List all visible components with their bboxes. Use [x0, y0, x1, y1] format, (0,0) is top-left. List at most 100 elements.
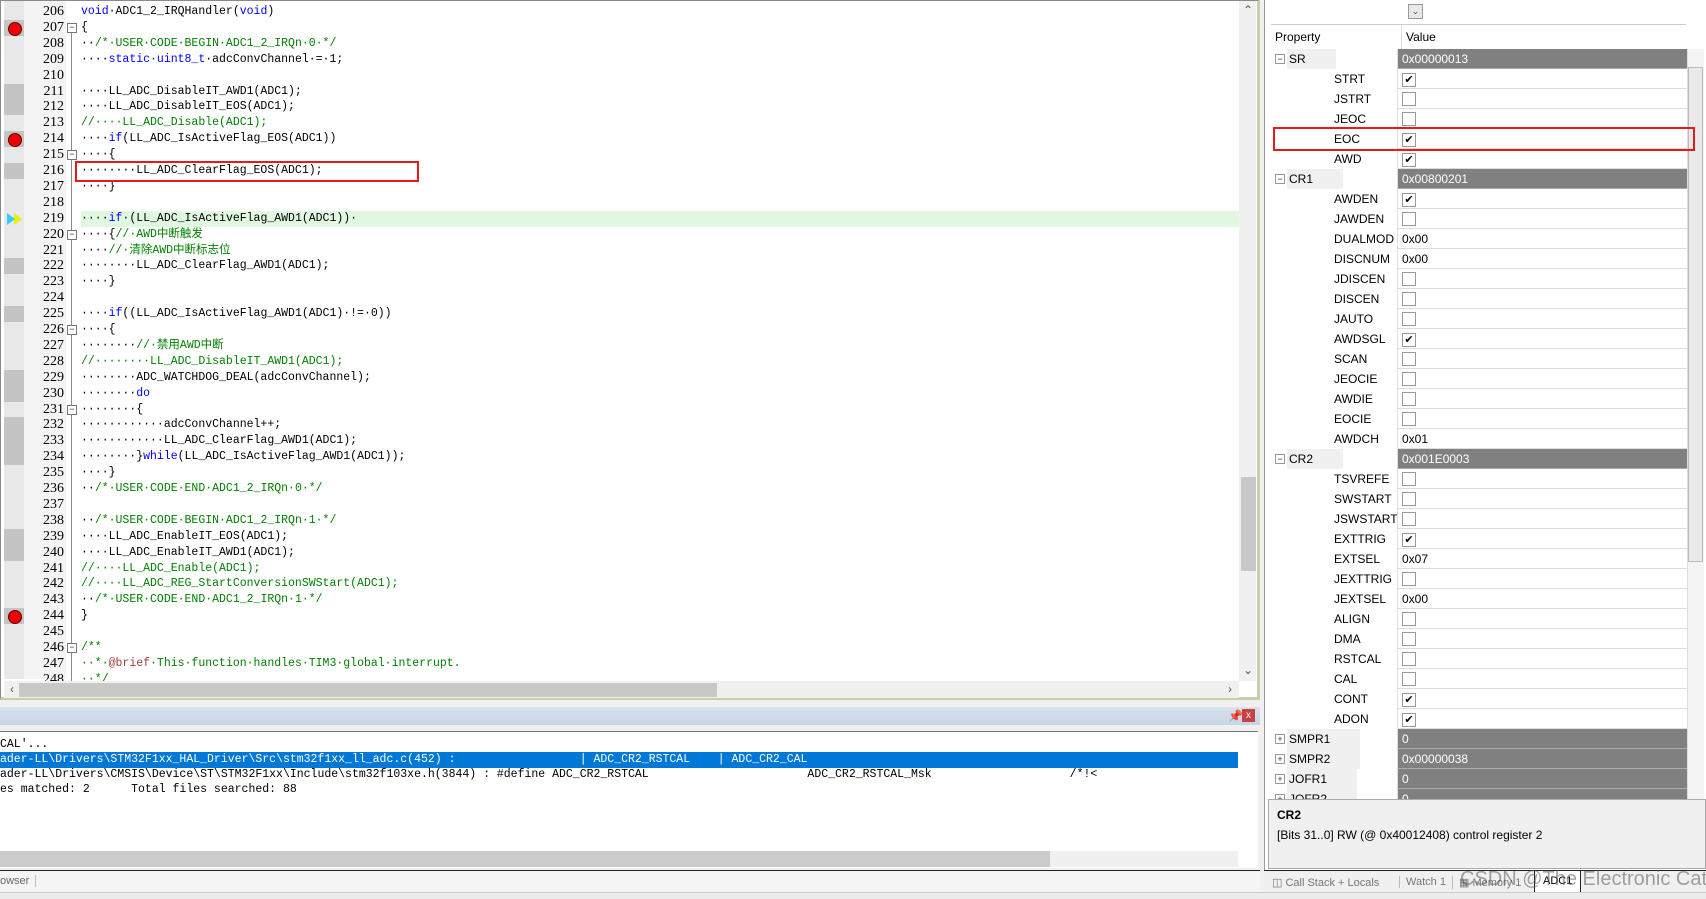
line-marker[interactable]: [4, 258, 24, 275]
property-value[interactable]: ✔: [1397, 129, 1687, 149]
register-row-scan[interactable]: SCAN: [1271, 349, 1687, 369]
line-marker[interactable]: [4, 4, 24, 20]
property-value[interactable]: [1397, 349, 1687, 369]
code-line[interactable]: 243 ··/*·USER·CODE·END·ADC1_2_IRQn·1·*/: [1, 592, 1239, 608]
property-value[interactable]: 0x00800201: [1397, 169, 1687, 189]
editor-horizontal-scroll-thumb[interactable]: [19, 683, 717, 697]
register-row-rstcal[interactable]: RSTCAL: [1271, 649, 1687, 669]
line-marker[interactable]: [4, 402, 24, 418]
fold-collapse-icon[interactable]: −: [67, 643, 77, 653]
code-line[interactable]: 211 ····LL_ADC_DisableIT_AWD1(ADC1);: [1, 83, 1239, 100]
line-marker[interactable]: [4, 354, 24, 370]
register-row-dma[interactable]: DMA: [1271, 629, 1687, 649]
line-marker[interactable]: [4, 306, 24, 323]
scroll-down-icon[interactable]: ⌄: [1241, 663, 1255, 677]
breakpoint-icon[interactable]: [4, 19, 24, 36]
property-value[interactable]: ✔: [1397, 689, 1687, 709]
register-row-exttrig[interactable]: EXTTRIG ✔: [1271, 529, 1687, 549]
code-line[interactable]: 245: [1, 624, 1239, 640]
line-marker[interactable]: [4, 322, 24, 338]
register-row-awdch[interactable]: AWDCH 0x01: [1271, 429, 1687, 449]
register-row-jawden[interactable]: JAWDEN: [1271, 209, 1687, 229]
line-marker[interactable]: [4, 36, 24, 52]
line-marker[interactable]: [4, 528, 24, 545]
bit-checkbox[interactable]: ✔: [1402, 193, 1416, 207]
bit-checkbox[interactable]: ✔: [1402, 533, 1416, 547]
register-row-align[interactable]: ALIGN: [1271, 609, 1687, 629]
code-line[interactable]: 210: [1, 68, 1239, 84]
register-row-jexttrig[interactable]: JEXTTRIG: [1271, 569, 1687, 589]
code-line[interactable]: 239 ····LL_ADC_EnableIT_EOS(ADC1);: [1, 528, 1239, 545]
property-value[interactable]: [1397, 669, 1687, 689]
register-row-cr2[interactable]: − CR2 0x001E0003: [1271, 449, 1687, 469]
register-row-eocie[interactable]: EOCIE: [1271, 409, 1687, 429]
editor-vertical-scroll-thumb[interactable]: [1241, 477, 1256, 571]
line-marker[interactable]: [4, 227, 24, 243]
line-marker[interactable]: [4, 640, 24, 656]
code-line[interactable]: 237: [1, 497, 1239, 513]
bit-checkbox[interactable]: [1402, 272, 1416, 286]
line-marker[interactable]: [4, 449, 24, 466]
property-value[interactable]: [1397, 489, 1687, 509]
scroll-right-icon[interactable]: ›: [1223, 682, 1237, 696]
line-marker[interactable]: [4, 513, 24, 529]
property-value[interactable]: [1397, 289, 1687, 309]
output-line[interactable]: CAL'...: [0, 737, 1238, 753]
register-row-jauto[interactable]: JAUTO: [1271, 309, 1687, 329]
bit-checkbox[interactable]: [1402, 632, 1416, 646]
register-row-dualmod[interactable]: DUALMOD 0x00: [1271, 229, 1687, 249]
bit-checkbox[interactable]: [1402, 672, 1416, 686]
output-line[interactable]: ader-LL\Drivers\STM32F1xx_HAL_Driver\Src…: [0, 752, 1238, 768]
code-line[interactable]: 222 ········LL_ADC_ClearFlag_AWD1(ADC1);: [1, 258, 1239, 275]
line-marker[interactable]: [4, 417, 24, 434]
property-value[interactable]: [1397, 269, 1687, 289]
line-marker[interactable]: [4, 68, 24, 84]
bit-checkbox[interactable]: [1402, 292, 1416, 306]
register-row-awd[interactable]: AWD ✔: [1271, 149, 1687, 169]
line-marker[interactable]: [4, 656, 24, 672]
code-line[interactable]: 223 ····}: [1, 274, 1239, 290]
code-line[interactable]: 233 ············LL_ADC_ClearFlag_AWD1(ADC…: [1, 433, 1239, 450]
bit-checkbox[interactable]: ✔: [1402, 693, 1416, 707]
property-value[interactable]: 0x00000038: [1397, 749, 1687, 769]
property-value[interactable]: [1397, 569, 1687, 589]
property-value[interactable]: [1397, 509, 1687, 529]
code-line[interactable]: 219 ····if·(LL_ADC_IsActiveFlag_AWD1(ADC1…: [1, 210, 1239, 227]
line-marker[interactable]: [4, 497, 24, 513]
bit-checkbox[interactable]: [1402, 572, 1416, 586]
register-row-cont[interactable]: CONT ✔: [1271, 689, 1687, 709]
line-marker[interactable]: [4, 592, 24, 608]
line-marker[interactable]: [4, 52, 24, 68]
line-marker[interactable]: [4, 369, 24, 386]
bit-checkbox[interactable]: [1402, 492, 1416, 506]
code-line[interactable]: 209 ····static·uint8_t·adcConvChannel·=·1…: [1, 52, 1239, 68]
line-marker[interactable]: [4, 561, 24, 577]
line-marker[interactable]: [4, 385, 24, 402]
line-marker[interactable]: [4, 624, 24, 640]
breakpoint-icon[interactable]: [4, 608, 24, 625]
code-line[interactable]: 241 //····LL_ADC_Enable(ADC1);: [1, 561, 1239, 577]
line-marker[interactable]: [4, 83, 24, 100]
bit-checkbox[interactable]: ✔: [1402, 133, 1416, 147]
code-line[interactable]: 208 ··/*·USER·CODE·BEGIN·ADC1_2_IRQn·0·*/: [1, 36, 1239, 52]
line-marker[interactable]: [4, 465, 24, 481]
line-marker[interactable]: [4, 544, 24, 561]
bit-checkbox[interactable]: ✔: [1402, 73, 1416, 87]
code-line[interactable]: 212 ····LL_ADC_DisableIT_EOS(ADC1);: [1, 99, 1239, 116]
code-line[interactable]: 230 ········do: [1, 385, 1239, 402]
line-marker[interactable]: [4, 147, 24, 163]
code-line[interactable]: 240 ····LL_ADC_EnableIT_AWD1(ADC1);: [1, 544, 1239, 561]
bit-checkbox[interactable]: [1402, 312, 1416, 326]
register-row-jstrt[interactable]: JSTRT: [1271, 89, 1687, 109]
register-row-extsel[interactable]: EXTSEL 0x07: [1271, 549, 1687, 569]
register-row-jdiscen[interactable]: JDISCEN: [1271, 269, 1687, 289]
close-panel-button[interactable]: x: [1242, 709, 1255, 722]
code-line[interactable]: 234 ········}while(LL_ADC_IsActiveFlag_AW…: [1, 449, 1239, 466]
editor-vertical-scrollbar[interactable]: [1239, 1, 1256, 681]
code-line[interactable]: 227 ········//·禁用AWD中断: [1, 338, 1239, 354]
code-line[interactable]: 229 ········ADC_WATCHDOG_DEAL(adcConvChan…: [1, 369, 1239, 386]
fold-collapse-icon[interactable]: −: [67, 229, 77, 240]
code-line[interactable]: 247 ··*·@brief·This·function·handles·TIM3…: [1, 656, 1239, 672]
bit-checkbox[interactable]: [1402, 352, 1416, 366]
property-value[interactable]: 0: [1397, 729, 1687, 749]
